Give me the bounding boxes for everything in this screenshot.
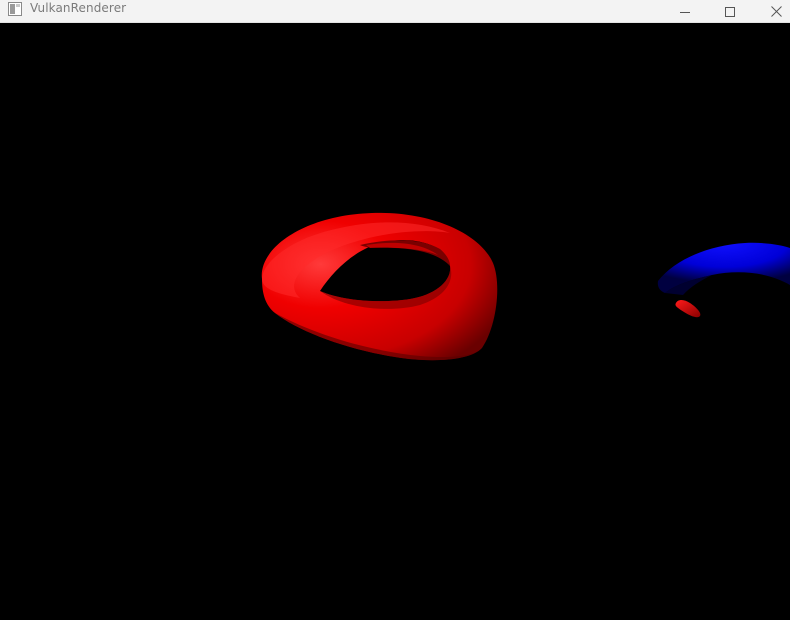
close-button[interactable] [753,0,790,23]
window-title: VulkanRenderer [30,1,127,15]
blue-torus [657,242,790,295]
minimize-icon [680,7,690,17]
red-torus [261,212,498,361]
title-bar[interactable]: VulkanRenderer [0,0,790,23]
minimize-button[interactable] [662,0,708,23]
scene-canvas [261,212,790,361]
maximize-icon [725,6,735,17]
small-red-object [675,300,701,318]
close-icon [770,6,782,17]
maximize-button[interactable] [707,0,753,23]
app-window-icon[interactable] [8,2,22,16]
render-viewport[interactable] [0,23,790,620]
